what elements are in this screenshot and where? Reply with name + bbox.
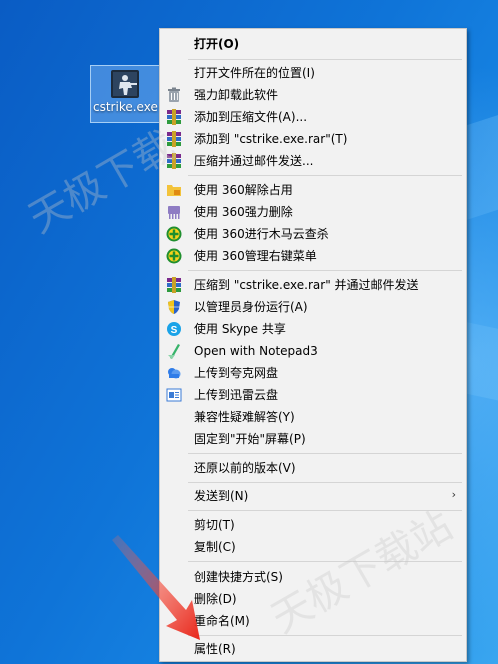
menu-item-label: 使用 360强力删除 <box>194 205 293 219</box>
menu-item-label: 压缩并通过邮件发送... <box>194 154 314 168</box>
menu-item-label: 兼容性疑难解答(Y) <box>194 410 295 424</box>
menu-item[interactable]: 重命名(M) <box>160 610 466 632</box>
menu-item-label: 上传到迅雷云盘 <box>194 388 279 402</box>
menu-item[interactable]: 使用 360管理右键菜单 <box>160 245 466 267</box>
desktop-icon-cstrike[interactable]: cstrike.exe <box>90 65 162 123</box>
menu-item[interactable]: 压缩到 "cstrike.exe.rar" 并通过邮件发送 <box>160 274 466 296</box>
trash-icon <box>166 87 182 103</box>
menu-separator <box>188 453 462 454</box>
menu-separator <box>188 270 462 271</box>
winrar-icon <box>166 131 182 147</box>
menu-item[interactable]: 添加到 "cstrike.exe.rar"(T) <box>160 128 466 150</box>
context-menu: 打开(O) 打开文件所在的位置(I) 强力卸载此软件添加到压缩文件(A)... 添加到… <box>159 28 467 662</box>
menu-item[interactable]: 发送到(N) › <box>160 485 466 507</box>
menu-separator <box>188 635 462 636</box>
winrar-icon <box>166 277 182 293</box>
360-icon <box>166 248 182 264</box>
svg-text:S: S <box>171 325 178 336</box>
menu-item[interactable]: 压缩并通过邮件发送... <box>160 150 466 172</box>
menu-item-label: 创建快捷方式(S) <box>194 570 283 584</box>
menu-item[interactable]: 上传到夸克网盘 <box>160 362 466 384</box>
menu-item[interactable]: 打开文件所在的位置(I) <box>160 62 466 84</box>
360-icon <box>166 226 182 242</box>
menu-item-label: 重命名(M) <box>194 614 250 628</box>
chevron-right-icon: › <box>451 488 456 501</box>
winrar-icon <box>166 109 182 125</box>
menu-item[interactable]: 上传到迅雷云盘 <box>160 384 466 406</box>
menu-item[interactable]: S 使用 Skype 共享 <box>160 318 466 340</box>
shred-icon <box>166 204 182 220</box>
menu-item-label: 打开文件所在的位置(I) <box>194 66 315 80</box>
menu-item-label: 添加到 "cstrike.exe.rar"(T) <box>194 132 348 146</box>
desktop-icon-label: cstrike.exe <box>93 100 158 114</box>
menu-item-label: 压缩到 "cstrike.exe.rar" 并通过邮件发送 <box>194 278 419 292</box>
menu-item[interactable]: 使用 360解除占用 <box>160 179 466 201</box>
menu-item-label: 复制(C) <box>194 540 236 554</box>
menu-item-label: 剪切(T) <box>194 518 235 532</box>
menu-item-label: 打开(O) <box>194 37 240 51</box>
menu-item[interactable]: 剪切(T) <box>160 514 466 536</box>
menu-item[interactable]: 使用 360强力删除 <box>160 201 466 223</box>
menu-item[interactable]: 还原以前的版本(V) <box>160 457 466 479</box>
menu-item[interactable]: Open with Notepad3 <box>160 340 466 362</box>
menu-item-label: Open with Notepad3 <box>194 344 318 358</box>
menu-item-label: 使用 360管理右键菜单 <box>194 249 317 263</box>
skype-icon: S <box>166 321 182 337</box>
menu-item[interactable]: 使用 360进行木马云查杀 <box>160 223 466 245</box>
menu-item[interactable]: 兼容性疑难解答(Y) <box>160 406 466 428</box>
menu-item-label: 上传到夸克网盘 <box>194 366 279 380</box>
menu-item-label: 强力卸载此软件 <box>194 88 279 102</box>
menu-item-label: 属性(R) <box>194 642 236 656</box>
menu-separator <box>188 561 462 562</box>
menu-item-label: 固定到"开始"屏幕(P) <box>194 432 306 446</box>
menu-item-label: 以管理员身份运行(A) <box>194 300 308 314</box>
menu-separator <box>188 510 462 511</box>
menu-item-label: 使用 360解除占用 <box>194 183 293 197</box>
folder-lock-icon <box>166 182 182 198</box>
menu-item[interactable]: 固定到"开始"屏幕(P) <box>160 428 466 450</box>
menu-item[interactable]: 创建快捷方式(S) <box>160 566 466 588</box>
notepad3-icon <box>166 343 182 359</box>
thunder-icon <box>166 387 182 403</box>
menu-item[interactable]: 添加到压缩文件(A)... <box>160 106 466 128</box>
menu-item[interactable]: 以管理员身份运行(A) <box>160 296 466 318</box>
menu-item[interactable]: 复制(C) <box>160 536 466 558</box>
menu-item[interactable]: 属性(R) <box>160 638 466 660</box>
menu-item-label: 删除(D) <box>194 592 237 606</box>
menu-item-label: 使用 360进行木马云查杀 <box>194 227 329 241</box>
menu-item-label: 发送到(N) <box>194 489 249 503</box>
menu-separator <box>188 482 462 483</box>
menu-item-label: 还原以前的版本(V) <box>194 461 296 475</box>
cloud-icon <box>166 365 182 381</box>
menu-item[interactable]: 删除(D) <box>160 588 466 610</box>
menu-item-label: 使用 Skype 共享 <box>194 322 286 336</box>
shield-icon <box>166 299 182 315</box>
menu-separator <box>188 175 462 176</box>
menu-item-label: 添加到压缩文件(A)... <box>194 110 308 124</box>
menu-separator <box>188 59 462 60</box>
menu-item[interactable]: 强力卸载此软件 <box>160 84 466 106</box>
menu-item[interactable]: 打开(O) <box>160 33 466 55</box>
counter-strike-icon <box>111 70 139 98</box>
winrar-icon <box>166 153 182 169</box>
